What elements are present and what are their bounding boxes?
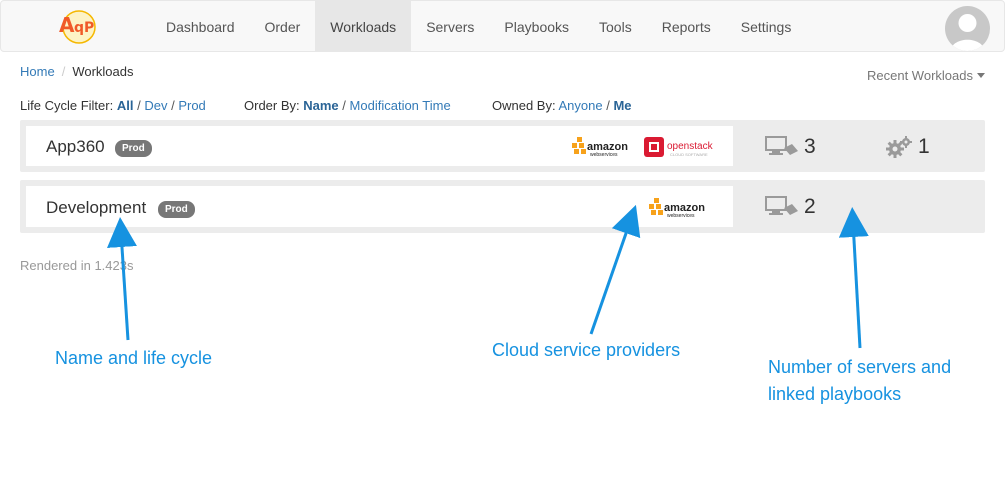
- arrow-to-name: [107, 217, 137, 341]
- annotation-line: Number of servers and: [768, 357, 952, 377]
- annotation-name-lifecycle: Name and life cycle: [55, 348, 213, 368]
- arrow-to-counts: [838, 207, 869, 349]
- annotation-servers-playbooks: Number of servers and linked playbooks: [768, 354, 951, 408]
- annotation-cloud-providers: Cloud service providers: [492, 340, 681, 360]
- annotation-line: linked playbooks: [768, 384, 902, 404]
- annotation-arrows: [107, 204, 869, 349]
- arrow-to-providers: [589, 204, 641, 335]
